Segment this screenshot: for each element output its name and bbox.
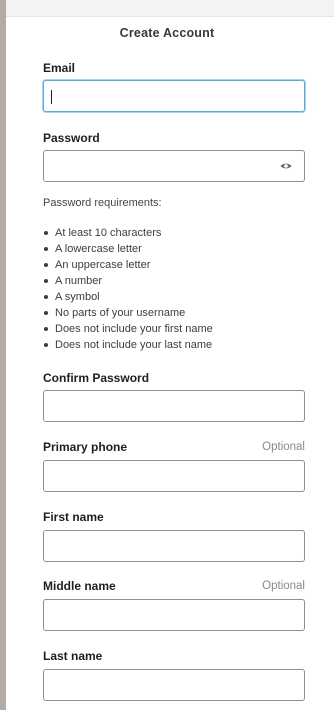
requirement-item: A number	[43, 273, 213, 289]
email-input[interactable]	[43, 80, 305, 112]
requirement-item: Does not include your first name	[43, 321, 213, 337]
requirement-item: Does not include your last name	[43, 337, 213, 353]
requirement-item: A lowercase letter	[43, 241, 213, 257]
email-label: Email	[43, 61, 76, 75]
confirm-password-input[interactable]	[43, 390, 305, 422]
requirement-item: No parts of your username	[43, 305, 213, 321]
last-name-input[interactable]	[43, 669, 305, 701]
confirm-password-label: Confirm Password	[43, 371, 150, 385]
middle-name-optional-tag: Optional	[262, 580, 305, 592]
requirement-item: At least 10 characters	[43, 225, 213, 241]
password-requirements-heading: Password requirements:	[43, 197, 162, 209]
top-bar	[6, 0, 334, 17]
primary-phone-input[interactable]	[43, 460, 305, 492]
primary-phone-label: Primary phone	[43, 440, 128, 454]
eye-icon[interactable]	[280, 162, 292, 170]
requirement-item: A symbol	[43, 289, 213, 305]
primary-phone-optional-tag: Optional	[262, 441, 305, 453]
password-input[interactable]	[43, 150, 305, 182]
middle-name-label: Middle name	[43, 579, 116, 593]
create-account-window: Create Account Email Password Password r…	[0, 0, 334, 710]
middle-name-input[interactable]	[43, 599, 305, 631]
password-label: Password	[43, 131, 100, 145]
first-name-label: First name	[43, 510, 104, 524]
text-caret	[51, 90, 52, 104]
password-requirements-list: At least 10 characters A lowercase lette…	[43, 225, 213, 353]
last-name-label: Last name	[43, 649, 103, 663]
page-title: Create Account	[119, 26, 215, 40]
requirement-item: An uppercase letter	[43, 257, 213, 273]
first-name-input[interactable]	[43, 530, 305, 562]
